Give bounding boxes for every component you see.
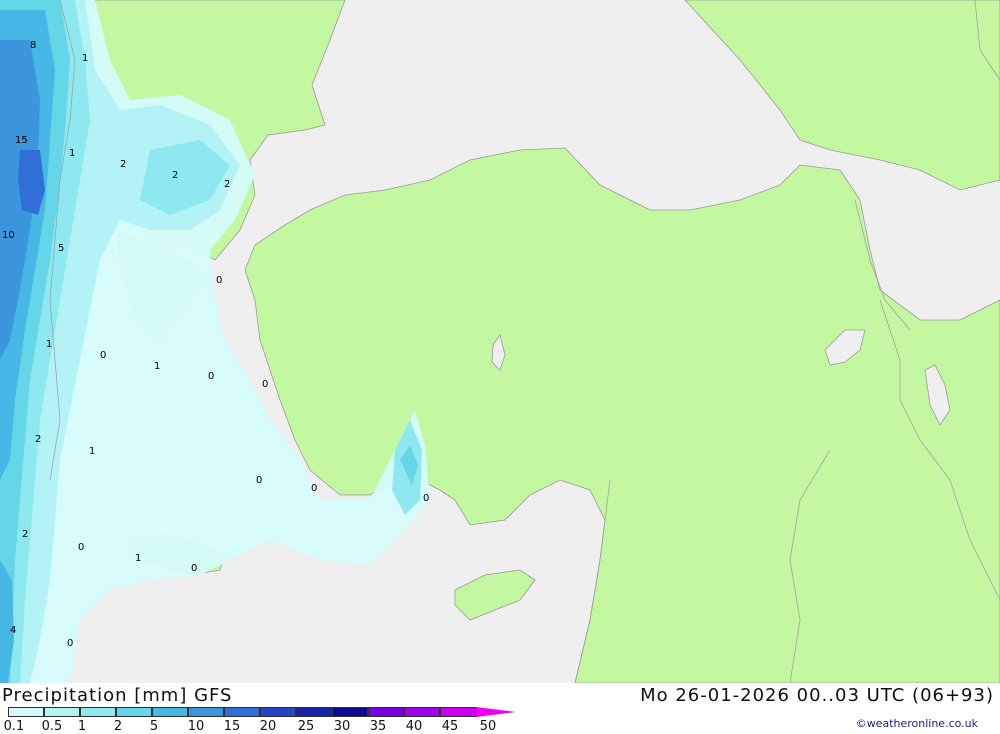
legend-swatch xyxy=(332,707,368,717)
legend-swatch xyxy=(116,707,152,717)
legend-tick: 10 xyxy=(187,719,205,734)
legend-tick: 2 xyxy=(113,719,123,734)
legend-tick: 45 xyxy=(441,719,459,734)
legend-swatch xyxy=(476,707,516,717)
contour-label: 0 xyxy=(311,483,317,494)
forecast-datetime: Mo 26-01-2026 00..03 UTC (06+93) xyxy=(640,685,994,706)
legend-tick: 30 xyxy=(333,719,351,734)
legend-tick: 20 xyxy=(259,719,277,734)
contour-label: 0 xyxy=(67,638,73,649)
map-footer: Precipitation [mm] GFS Mo 26-01-2026 00.… xyxy=(0,683,1000,734)
legend-swatch xyxy=(224,707,260,717)
legend-swatch xyxy=(80,707,116,717)
legend-tick: 50 xyxy=(479,719,497,734)
contour-label: 15 xyxy=(15,135,28,146)
contour-label: 8 xyxy=(30,40,36,51)
contour-label: 0 xyxy=(216,275,222,286)
contour-label: 2 xyxy=(224,179,230,190)
legend-swatch xyxy=(8,707,44,717)
legend-tick: 1 xyxy=(77,719,87,734)
contour-label: 0 xyxy=(423,493,429,504)
legend-swatch xyxy=(188,707,224,717)
contour-label: 10 xyxy=(2,230,15,241)
legend-swatch xyxy=(260,707,296,717)
contour-label: 0 xyxy=(78,542,84,553)
legend-tick: 0.5 xyxy=(41,719,63,734)
legend-swatch xyxy=(404,707,440,717)
contour-label: 2 xyxy=(172,170,178,181)
contour-label: 2 xyxy=(22,529,28,540)
contour-label: 2 xyxy=(120,159,126,170)
contour-label: 5 xyxy=(58,243,64,254)
legend-swatch xyxy=(152,707,188,717)
contour-label: 0 xyxy=(262,379,268,390)
legend-tick: 15 xyxy=(223,719,241,734)
legend-swatch xyxy=(440,707,476,717)
contour-label: 0 xyxy=(208,371,214,382)
map-title: Precipitation [mm] GFS xyxy=(2,685,233,706)
contour-label: 1 xyxy=(135,553,141,564)
legend-tick: 40 xyxy=(405,719,423,734)
contour-label: 0 xyxy=(191,563,197,574)
precipitation-map: 8 1 15 1 2 2 2 10 5 0 1 0 1 0 0 2 1 0 0 … xyxy=(0,0,1000,683)
contour-label: 1 xyxy=(89,446,95,457)
legend-tick: 0.1 xyxy=(3,719,25,734)
contour-label: 1 xyxy=(69,148,75,159)
contour-label: 1 xyxy=(154,361,160,372)
contour-label: 0 xyxy=(100,350,106,361)
contour-label: 4 xyxy=(10,625,16,636)
credit-link[interactable]: ©weatheronline.co.uk xyxy=(856,717,978,730)
legend-tick: 35 xyxy=(369,719,387,734)
legend-swatch xyxy=(368,707,404,717)
legend-tick: 5 xyxy=(149,719,159,734)
contour-label: 0 xyxy=(256,475,262,486)
contour-label: 1 xyxy=(82,53,88,64)
legend-tick: 25 xyxy=(297,719,315,734)
contour-label: 2 xyxy=(35,434,41,445)
contour-label: 1 xyxy=(46,339,52,350)
legend-swatch xyxy=(44,707,80,717)
legend-swatch xyxy=(296,707,332,717)
